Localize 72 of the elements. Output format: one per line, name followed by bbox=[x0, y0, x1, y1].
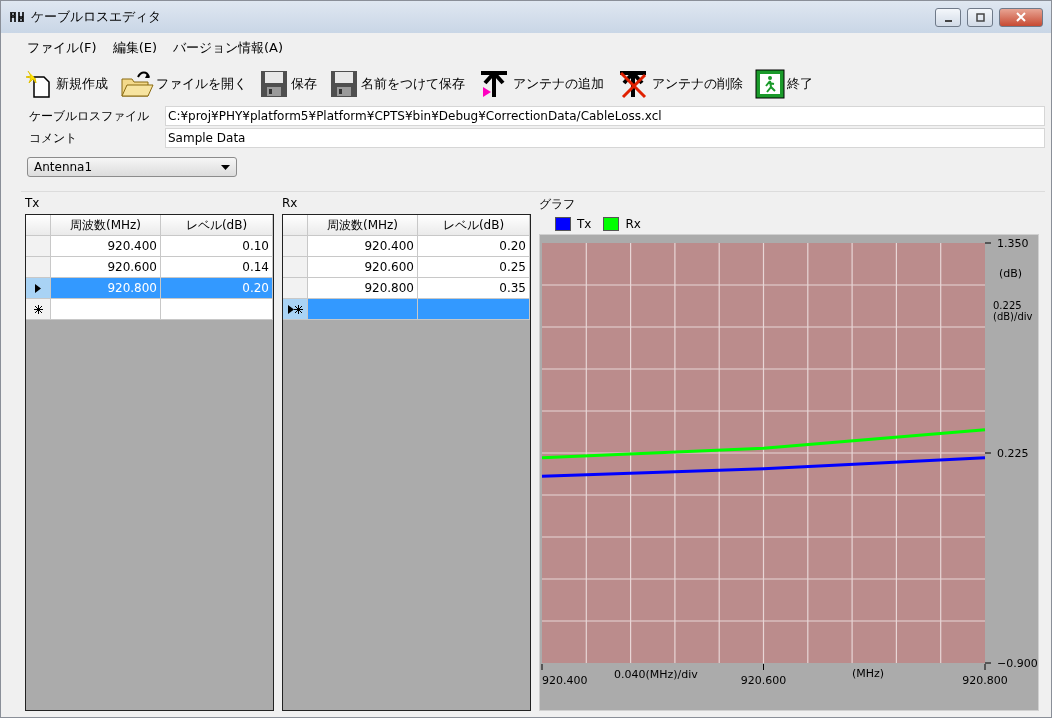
table-cell[interactable]: 920.600 bbox=[308, 257, 418, 278]
table-cell[interactable]: 920.400 bbox=[308, 236, 418, 257]
menu-item[interactable]: 編集(E) bbox=[106, 37, 163, 59]
toolbar-button[interactable]: アンテナの追加 bbox=[474, 69, 607, 99]
tick-mark bbox=[984, 242, 992, 244]
row-pointer-icon bbox=[35, 283, 41, 293]
table-cell[interactable]: 0.10 bbox=[161, 236, 273, 257]
new-row-icon bbox=[293, 304, 303, 314]
maximize-icon bbox=[975, 12, 985, 22]
tick-mark bbox=[763, 663, 764, 671]
tick-label: 0.225 bbox=[997, 446, 1029, 460]
row-header[interactable] bbox=[283, 299, 308, 320]
legend-label: Tx bbox=[577, 217, 592, 231]
column-header[interactable]: 周波数(MHz) bbox=[51, 215, 161, 236]
tick-label: −0.900 bbox=[997, 656, 1038, 670]
table-cell[interactable]: 0.20 bbox=[418, 236, 530, 257]
file-path-field[interactable]: C:¥proj¥PHY¥platform5¥Platform¥CPTS¥bin¥Debug¥CorrectionData/CableLoss.xcl bbox=[165, 106, 1045, 126]
table-cell[interactable]: 920.600 bbox=[51, 257, 161, 278]
panel-title: グラフ bbox=[539, 196, 575, 213]
tick-mark bbox=[541, 663, 543, 671]
tick-label: 920.400 bbox=[542, 674, 588, 687]
row-header[interactable] bbox=[26, 299, 51, 320]
table-cell[interactable]: 0.14 bbox=[161, 257, 273, 278]
tick-label: 920.800 bbox=[962, 674, 1008, 687]
exit-sign-icon bbox=[755, 69, 785, 99]
close-button[interactable] bbox=[999, 7, 1043, 27]
column-header[interactable]: レベル(dB) bbox=[161, 215, 273, 236]
axis-division: 0.225 (dB)/div bbox=[993, 300, 1033, 322]
legend-label: Rx bbox=[625, 217, 641, 231]
corner-header bbox=[26, 215, 51, 236]
minimize-button[interactable] bbox=[935, 7, 961, 27]
axis-unit: (dB) bbox=[999, 267, 1023, 280]
comment-field[interactable]: Sample Data bbox=[165, 128, 1045, 148]
row-pointer-icon bbox=[287, 304, 294, 314]
window-title: ケーブルロスエディタ bbox=[31, 8, 162, 26]
tick-mark bbox=[984, 452, 992, 454]
toolbar-button[interactable]: 終了 bbox=[752, 69, 816, 99]
new-row-cell[interactable] bbox=[51, 299, 161, 320]
caret-icon bbox=[221, 164, 230, 170]
corner-header bbox=[283, 215, 308, 236]
minimize-icon bbox=[944, 20, 952, 22]
panel-title: Rx bbox=[282, 196, 298, 212]
axis-unit: (MHz) bbox=[852, 667, 885, 680]
toolbar-button[interactable]: アンテナの削除 bbox=[613, 69, 746, 99]
new-row-icon bbox=[33, 304, 43, 314]
antenna-dropdown[interactable]: Antenna1 bbox=[27, 157, 237, 177]
toolbar-button[interactable]: 保存 bbox=[256, 69, 320, 99]
tick-label: 920.600 bbox=[740, 674, 787, 687]
app-icon bbox=[9, 9, 25, 25]
toolbar-button[interactable]: ファイルを開く bbox=[117, 69, 250, 99]
axis-division: 0.040(MHz)/div bbox=[614, 668, 698, 681]
folder-icon bbox=[120, 69, 154, 99]
table-cell[interactable]: 0.35 bbox=[418, 278, 530, 299]
maximize-button[interactable] bbox=[967, 7, 993, 27]
menu-item[interactable]: バージョン情報(A) bbox=[167, 37, 290, 59]
new-row-cell[interactable] bbox=[161, 299, 273, 320]
row-header[interactable] bbox=[26, 278, 51, 299]
panel-title: Tx bbox=[25, 196, 40, 212]
menu-item[interactable]: ファイル(F) bbox=[21, 37, 103, 59]
field-label: コメント bbox=[28, 129, 78, 147]
new-row-cell[interactable] bbox=[418, 299, 530, 320]
new-row-cell[interactable] bbox=[308, 299, 418, 320]
field-label: ケーブルロスファイル bbox=[28, 107, 150, 125]
table-cell[interactable]: 920.400 bbox=[51, 236, 161, 257]
column-header[interactable]: 周波数(MHz) bbox=[308, 215, 418, 236]
toolbar-button[interactable]: 新規作成 bbox=[21, 69, 111, 99]
column-header[interactable]: レベル(dB) bbox=[418, 215, 530, 236]
close-icon bbox=[1016, 12, 1026, 22]
table-cell[interactable]: 0.25 bbox=[418, 257, 530, 278]
table-cell[interactable]: 920.800 bbox=[308, 278, 418, 299]
toolbar-button[interactable]: 名前をつけて保存 bbox=[326, 69, 468, 99]
tick-label: 1.350 bbox=[997, 236, 1029, 250]
